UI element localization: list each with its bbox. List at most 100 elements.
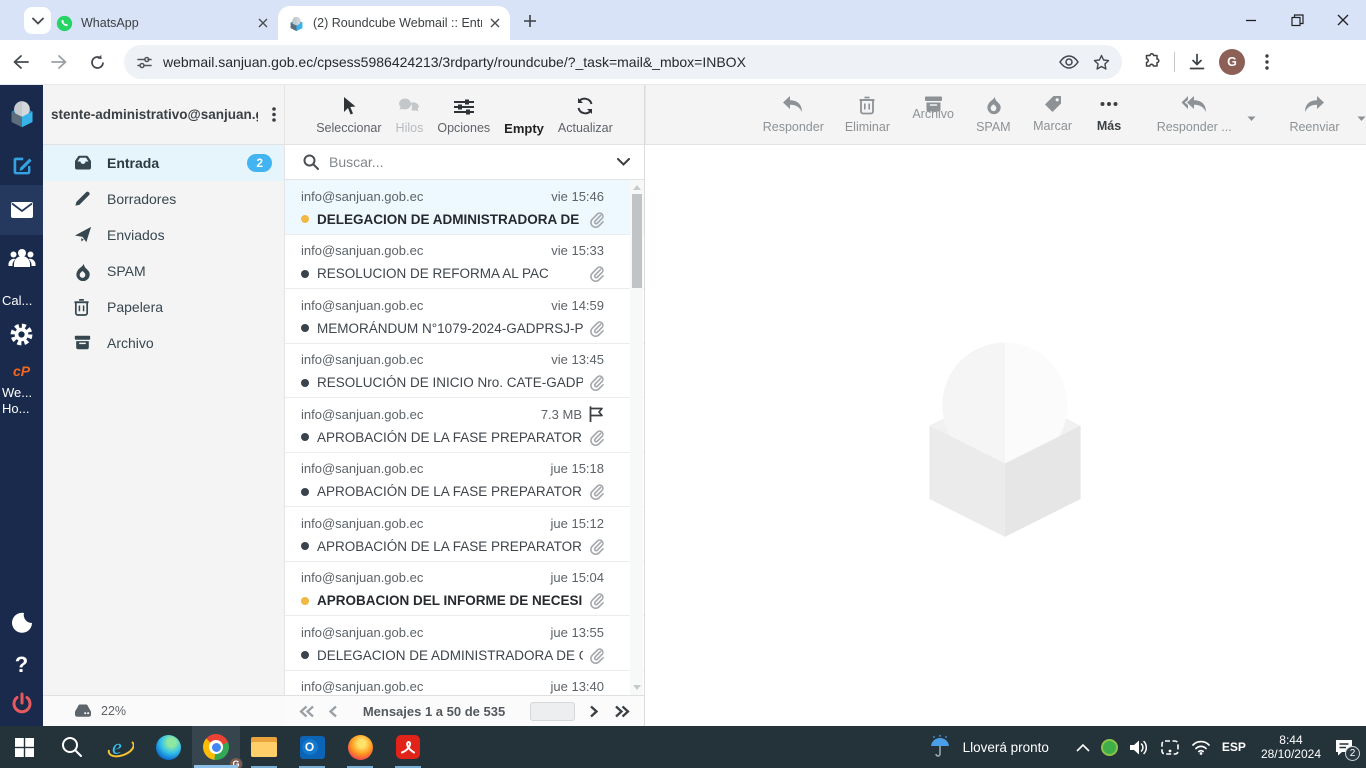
site-info-icon[interactable]	[136, 54, 153, 71]
options-button[interactable]: Opciones	[437, 94, 490, 135]
taskbar-explorer-button[interactable]	[240, 726, 288, 768]
weather-text[interactable]: Lloverá pronto	[963, 740, 1049, 755]
reply-button[interactable]: Responder	[758, 94, 829, 134]
calendar-nav-label[interactable]: Cal...	[2, 293, 32, 308]
folder-inbox[interactable]: Entrada 2	[43, 145, 284, 181]
tab-close-icon[interactable]	[258, 18, 268, 28]
last-page-icon[interactable]	[614, 705, 630, 718]
mail-nav-button[interactable]	[0, 185, 43, 235]
reading-mode-icon[interactable]	[1059, 55, 1079, 69]
logout-button[interactable]	[0, 689, 43, 719]
contacts-nav-button[interactable]	[0, 243, 43, 273]
url-bar[interactable]: webmail.sanjuan.gob.ec/cpsess5986424213/…	[124, 45, 1122, 79]
keyboard-language[interactable]: ESP	[1222, 740, 1246, 754]
profile-avatar[interactable]: G	[1219, 49, 1245, 75]
first-page-icon[interactable]	[299, 705, 315, 718]
tab-roundcube[interactable]: (2) Roundcube Webmail :: Entra	[278, 6, 510, 40]
folder-drafts[interactable]: Borradores	[43, 181, 284, 217]
list-scrollbar[interactable]	[630, 180, 643, 695]
account-menu-icon[interactable]	[272, 107, 276, 122]
prev-page-icon[interactable]	[329, 705, 338, 718]
more-button[interactable]: Más	[1089, 94, 1130, 133]
scrollbar-thumb[interactable]	[631, 194, 642, 288]
webmail-home-label-2[interactable]: Ho...	[2, 401, 29, 416]
scroll-up-arrow[interactable]	[633, 185, 641, 190]
next-page-icon[interactable]	[589, 705, 598, 718]
forward-button[interactable]	[42, 45, 76, 79]
scroll-down-arrow[interactable]	[633, 685, 641, 690]
quota-percent: 22%	[101, 704, 127, 718]
taskbar-acrobat-button[interactable]	[384, 726, 432, 768]
message-row[interactable]: info@sanjuan.gob.ec vie 15:46 DELEGACION …	[285, 180, 644, 235]
folder-trash[interactable]: Papelera	[43, 289, 284, 325]
antivirus-tray-icon[interactable]	[1100, 738, 1118, 756]
threads-button[interactable]: Hilos	[396, 94, 423, 135]
tray-expand-chevron-icon[interactable]	[1076, 743, 1090, 752]
mark-button[interactable]: Marcar	[1027, 94, 1079, 133]
back-button[interactable]	[4, 45, 38, 79]
cpanel-logo[interactable]: cP	[0, 361, 43, 381]
taskbar-search-button[interactable]	[48, 726, 96, 768]
message-row[interactable]: info@sanjuan.gob.ec jue 13:55 DELEGACION …	[285, 616, 644, 671]
tab-whatsapp[interactable]: WhatsApp	[46, 6, 278, 40]
search-options-chevron-icon[interactable]	[617, 158, 630, 166]
notification-center-button[interactable]: 2	[1332, 735, 1360, 761]
folder-sent[interactable]: Enviados	[43, 217, 284, 253]
folder-spam[interactable]: SPAM	[43, 253, 284, 289]
search-bar[interactable]: Buscar...	[285, 145, 644, 180]
page-number-input[interactable]	[530, 701, 575, 721]
minimize-button[interactable]	[1228, 0, 1274, 40]
new-tab-button[interactable]	[518, 9, 542, 33]
downloads-icon[interactable]	[1181, 46, 1213, 78]
folder-archive[interactable]: Archivo	[43, 325, 284, 361]
message-row[interactable]: info@sanjuan.gob.ec vie 15:33 RESOLUCION …	[285, 235, 644, 289]
restore-button[interactable]	[1274, 0, 1320, 40]
forward-caret-icon[interactable]	[1357, 116, 1366, 122]
delete-button[interactable]: Eliminar	[839, 94, 897, 134]
spam-button[interactable]: SPAM	[970, 94, 1016, 134]
message-row[interactable]: info@sanjuan.gob.ec vie 13:45 RESOLUCIÓN …	[285, 344, 644, 398]
reply-all-caret-icon[interactable]	[1247, 116, 1256, 122]
message-row[interactable]: info@sanjuan.gob.ec jue 15:04 APROBACION …	[285, 562, 644, 616]
volume-icon[interactable]	[1129, 739, 1149, 756]
refresh-button[interactable]: Actualizar	[558, 94, 613, 135]
taskbar-firefox-button[interactable]	[336, 726, 384, 768]
roundcube-logo[interactable]	[0, 95, 43, 131]
taskbar-edge-button[interactable]	[144, 726, 192, 768]
browser-menu-icon[interactable]	[1251, 46, 1283, 78]
help-button[interactable]: ?	[0, 651, 43, 679]
empty-button[interactable]: Empty	[504, 94, 544, 136]
message-row[interactable]: info@sanjuan.gob.ec vie 14:59 MEMORÁNDUM …	[285, 289, 644, 344]
clock[interactable]: 8:44 28/10/2024	[1261, 733, 1321, 761]
taskbar-outlook-button[interactable]	[288, 726, 336, 768]
tab-close-icon[interactable]	[490, 18, 500, 28]
account-header[interactable]: stente-administrativo@sanjuan.gob.ec	[43, 85, 284, 145]
webmail-home-label-1[interactable]: We...	[2, 385, 32, 400]
forward-button[interactable]: Reenviar	[1282, 94, 1347, 134]
message-row[interactable]: info@sanjuan.gob.ec 7.3 MB APROBACIÓN DE …	[285, 398, 644, 453]
wifi-icon[interactable]	[1191, 739, 1211, 755]
dark-mode-button[interactable]	[0, 609, 43, 637]
bookmark-star-icon[interactable]	[1093, 54, 1110, 71]
cast-icon[interactable]	[1160, 739, 1180, 756]
taskbar-ie-button[interactable]: e	[96, 726, 144, 768]
app-task-strip: Cal... cP We... Ho... ?	[0, 85, 43, 726]
compose-button[interactable]	[0, 151, 43, 181]
message-row[interactable]: info@sanjuan.gob.ec jue 15:18 APROBACIÓN …	[285, 453, 644, 507]
attachment-icon	[589, 211, 604, 228]
archive-button[interactable]: Archivo	[906, 94, 960, 121]
url-text: webmail.sanjuan.gob.ec/cpsess5986424213/…	[163, 54, 746, 70]
close-button[interactable]	[1320, 0, 1366, 40]
reply-all-button[interactable]: Responder ...	[1151, 94, 1236, 134]
extensions-icon[interactable]	[1136, 46, 1168, 78]
select-button[interactable]: Seleccionar	[316, 94, 382, 135]
browser-toolbar: webmail.sanjuan.gob.ec/cpsess5986424213/…	[0, 40, 1366, 85]
settings-nav-button[interactable]	[0, 319, 43, 349]
browser-titlebar: WhatsApp (2) Roundcube Webmail :: Entra	[0, 0, 1366, 40]
start-button[interactable]	[0, 726, 48, 768]
taskbar-chrome-button[interactable]: G	[192, 726, 243, 768]
reload-button[interactable]	[80, 45, 114, 79]
message-row[interactable]: info@sanjuan.gob.ec jue 13:40	[285, 671, 644, 696]
contacts-icon	[8, 249, 35, 267]
message-row[interactable]: info@sanjuan.gob.ec jue 15:12 APROBACIÓN …	[285, 507, 644, 562]
